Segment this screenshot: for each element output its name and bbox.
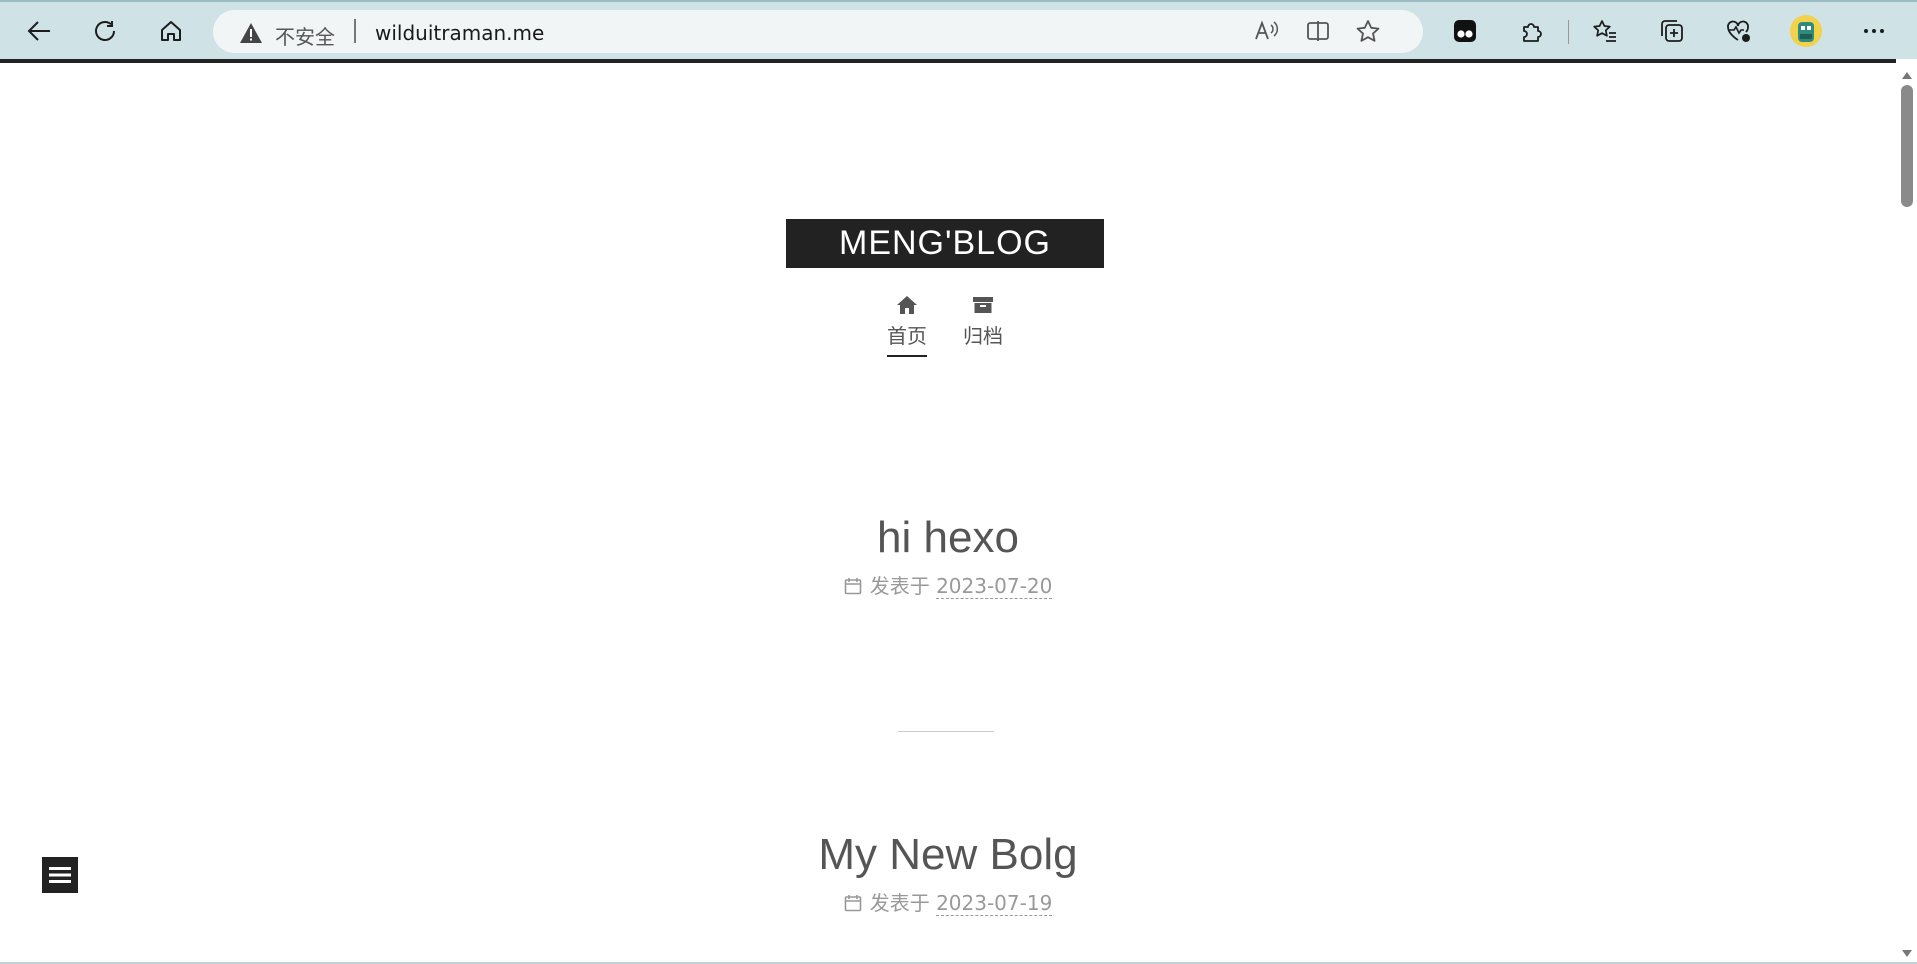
post-entry: My New Bolg 发表于 2023-07-19 — [0, 827, 1896, 919]
post-meta: 发表于 2023-07-20 — [0, 572, 1896, 602]
menu-icon — [49, 867, 71, 883]
favorites-list-icon — [1593, 20, 1616, 42]
extension-tampermonkey-button[interactable] — [1443, 10, 1487, 52]
avatar — [1790, 15, 1822, 47]
address-bar[interactable]: 不安全 wilduitraman.me — [213, 10, 1423, 53]
tampermonkey-icon — [1454, 20, 1476, 42]
calendar-icon — [844, 574, 862, 602]
scrollbar-thumb[interactable] — [1901, 85, 1913, 207]
post-date: 2023-07-19 — [936, 891, 1053, 916]
refresh-button[interactable] — [83, 10, 127, 52]
star-icon — [1356, 20, 1380, 42]
post-title[interactable]: My New Bolg — [0, 827, 1896, 883]
post-date: 2023-07-20 — [936, 574, 1053, 599]
archive-icon — [953, 295, 1013, 321]
address-separator — [354, 19, 356, 43]
calendar-icon — [844, 891, 862, 919]
site-title[interactable]: MENG'BLOG — [786, 219, 1104, 268]
post-meta-prefix: 发表于 — [869, 574, 930, 598]
menu-item-label: 归档 — [963, 324, 1003, 348]
refresh-icon — [95, 21, 115, 41]
favorites-button[interactable] — [1583, 10, 1627, 52]
collections-icon — [1661, 20, 1683, 42]
home-icon — [877, 295, 937, 321]
sidebar-toggle-button[interactable] — [42, 857, 78, 893]
favorite-button[interactable] — [1350, 15, 1386, 47]
warning-icon[interactable] — [239, 22, 263, 48]
menu-item-label: 首页 — [887, 321, 927, 357]
read-aloud-button[interactable] — [1248, 15, 1284, 47]
post-meta-prefix: 发表于 — [869, 891, 930, 915]
toolbar-separator — [1568, 20, 1569, 44]
url-text[interactable]: wilduitraman.me — [375, 21, 544, 45]
split-screen-icon — [1307, 21, 1329, 41]
puzzle-icon — [1523, 23, 1542, 42]
scroll-down-arrow-icon[interactable] — [1901, 943, 1913, 962]
heart-pulse-icon — [1727, 20, 1750, 42]
back-button[interactable] — [17, 10, 61, 52]
browser-essentials-button[interactable] — [1716, 10, 1760, 52]
scroll-up-arrow-icon[interactable] — [1901, 65, 1913, 84]
post-title[interactable]: hi hexo — [0, 510, 1896, 566]
browser-toolbar: 不安全 wilduitraman.me — [0, 0, 1917, 59]
post-divider — [898, 731, 994, 732]
profile-button[interactable] — [1784, 10, 1828, 52]
security-label[interactable]: 不安全 — [275, 21, 335, 50]
post-entry: hi hexo 发表于 2023-07-20 — [0, 510, 1896, 602]
page-viewport: MENG'BLOG 首页 归档 hi hexo 发表于 2023-07-20 M… — [0, 59, 1896, 962]
menu-item-archive[interactable]: 归档 — [953, 295, 1013, 355]
more-menu-button[interactable] — [1852, 10, 1896, 52]
extensions-button[interactable] — [1510, 10, 1554, 52]
home-button[interactable] — [149, 10, 193, 52]
page-scrollbar[interactable] — [1896, 59, 1917, 962]
back-arrow-icon — [27, 21, 50, 41]
more-dots-icon — [1864, 29, 1884, 33]
split-screen-button[interactable] — [1300, 15, 1336, 47]
collections-button[interactable] — [1650, 10, 1694, 52]
post-meta: 发表于 2023-07-19 — [0, 889, 1896, 919]
home-outline-icon — [161, 21, 181, 41]
menu-item-home[interactable]: 首页 — [877, 295, 937, 357]
read-aloud-icon — [1255, 20, 1279, 40]
